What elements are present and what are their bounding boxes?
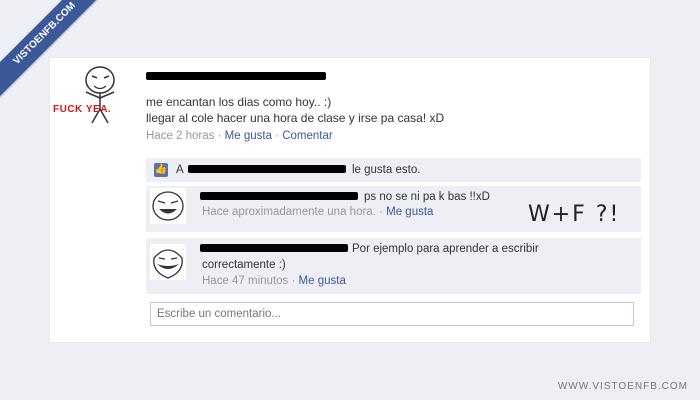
handwritten-annotation: W+F ?!	[528, 202, 621, 227]
comment-like-link[interactable]: Me gusta	[386, 206, 433, 218]
comment-timestamp: Hace 47 minutos	[202, 275, 289, 287]
likes-bar: 👍 A le gusta esto.	[146, 158, 641, 182]
like-link[interactable]: Me gusta	[225, 130, 272, 142]
comment-item: Por ejemplo para aprender a escribir cor…	[146, 238, 641, 294]
post-text-line: llegar al cole hacer una hora de clase y…	[146, 111, 445, 125]
comment-text-continued: correctamente :)	[202, 259, 286, 271]
likes-suffix: le gusta esto.	[352, 164, 421, 176]
watermark-footer: WWW.VISTOENFB.COM	[557, 381, 688, 392]
laughing-face-avatar-icon	[150, 188, 186, 224]
comment-input[interactable]: Escribe un comentario...	[150, 302, 634, 326]
comment-meta: Hace 47 minutos · Me gusta	[202, 275, 346, 287]
likes-prefix: A	[176, 164, 184, 176]
post-meta: Hace 2 horas · Me gusta · Comentar	[146, 130, 333, 142]
separator: ·	[379, 206, 383, 218]
rage-face-avatar-icon	[85, 66, 115, 124]
comment-link[interactable]: Comentar	[282, 130, 333, 142]
separator: ·	[275, 130, 280, 142]
redacted-author-name	[146, 72, 326, 80]
post-body: me encantan los dias como hoy.. :) llega…	[146, 94, 626, 126]
separator: ·	[291, 275, 296, 287]
redacted-commenter-name	[200, 192, 358, 200]
comment-text: ps no se ni pa k bas !!xD	[364, 191, 490, 203]
comment-text: Por ejemplo para aprender a escribir	[352, 243, 539, 255]
post-text-line: me encantan los dias como hoy.. :)	[146, 95, 332, 109]
comment-meta: Hace aproximadamente una hora. · Me gust…	[202, 206, 433, 218]
meme-caption: FUCK YEA.	[53, 104, 112, 115]
comment-like-link[interactable]: Me gusta	[299, 275, 346, 287]
post-card: FUCK YEA. me encantan los dias como hoy.…	[50, 58, 650, 342]
thumbs-up-icon: 👍	[154, 163, 168, 177]
redacted-commenter-name	[200, 244, 348, 252]
trollface-avatar-icon	[150, 244, 186, 280]
comment-timestamp: Hace aproximadamente una hora.	[202, 206, 376, 218]
post-timestamp: Hace 2 horas	[146, 130, 215, 142]
separator: ·	[217, 130, 222, 142]
redacted-liker-name	[188, 165, 346, 173]
